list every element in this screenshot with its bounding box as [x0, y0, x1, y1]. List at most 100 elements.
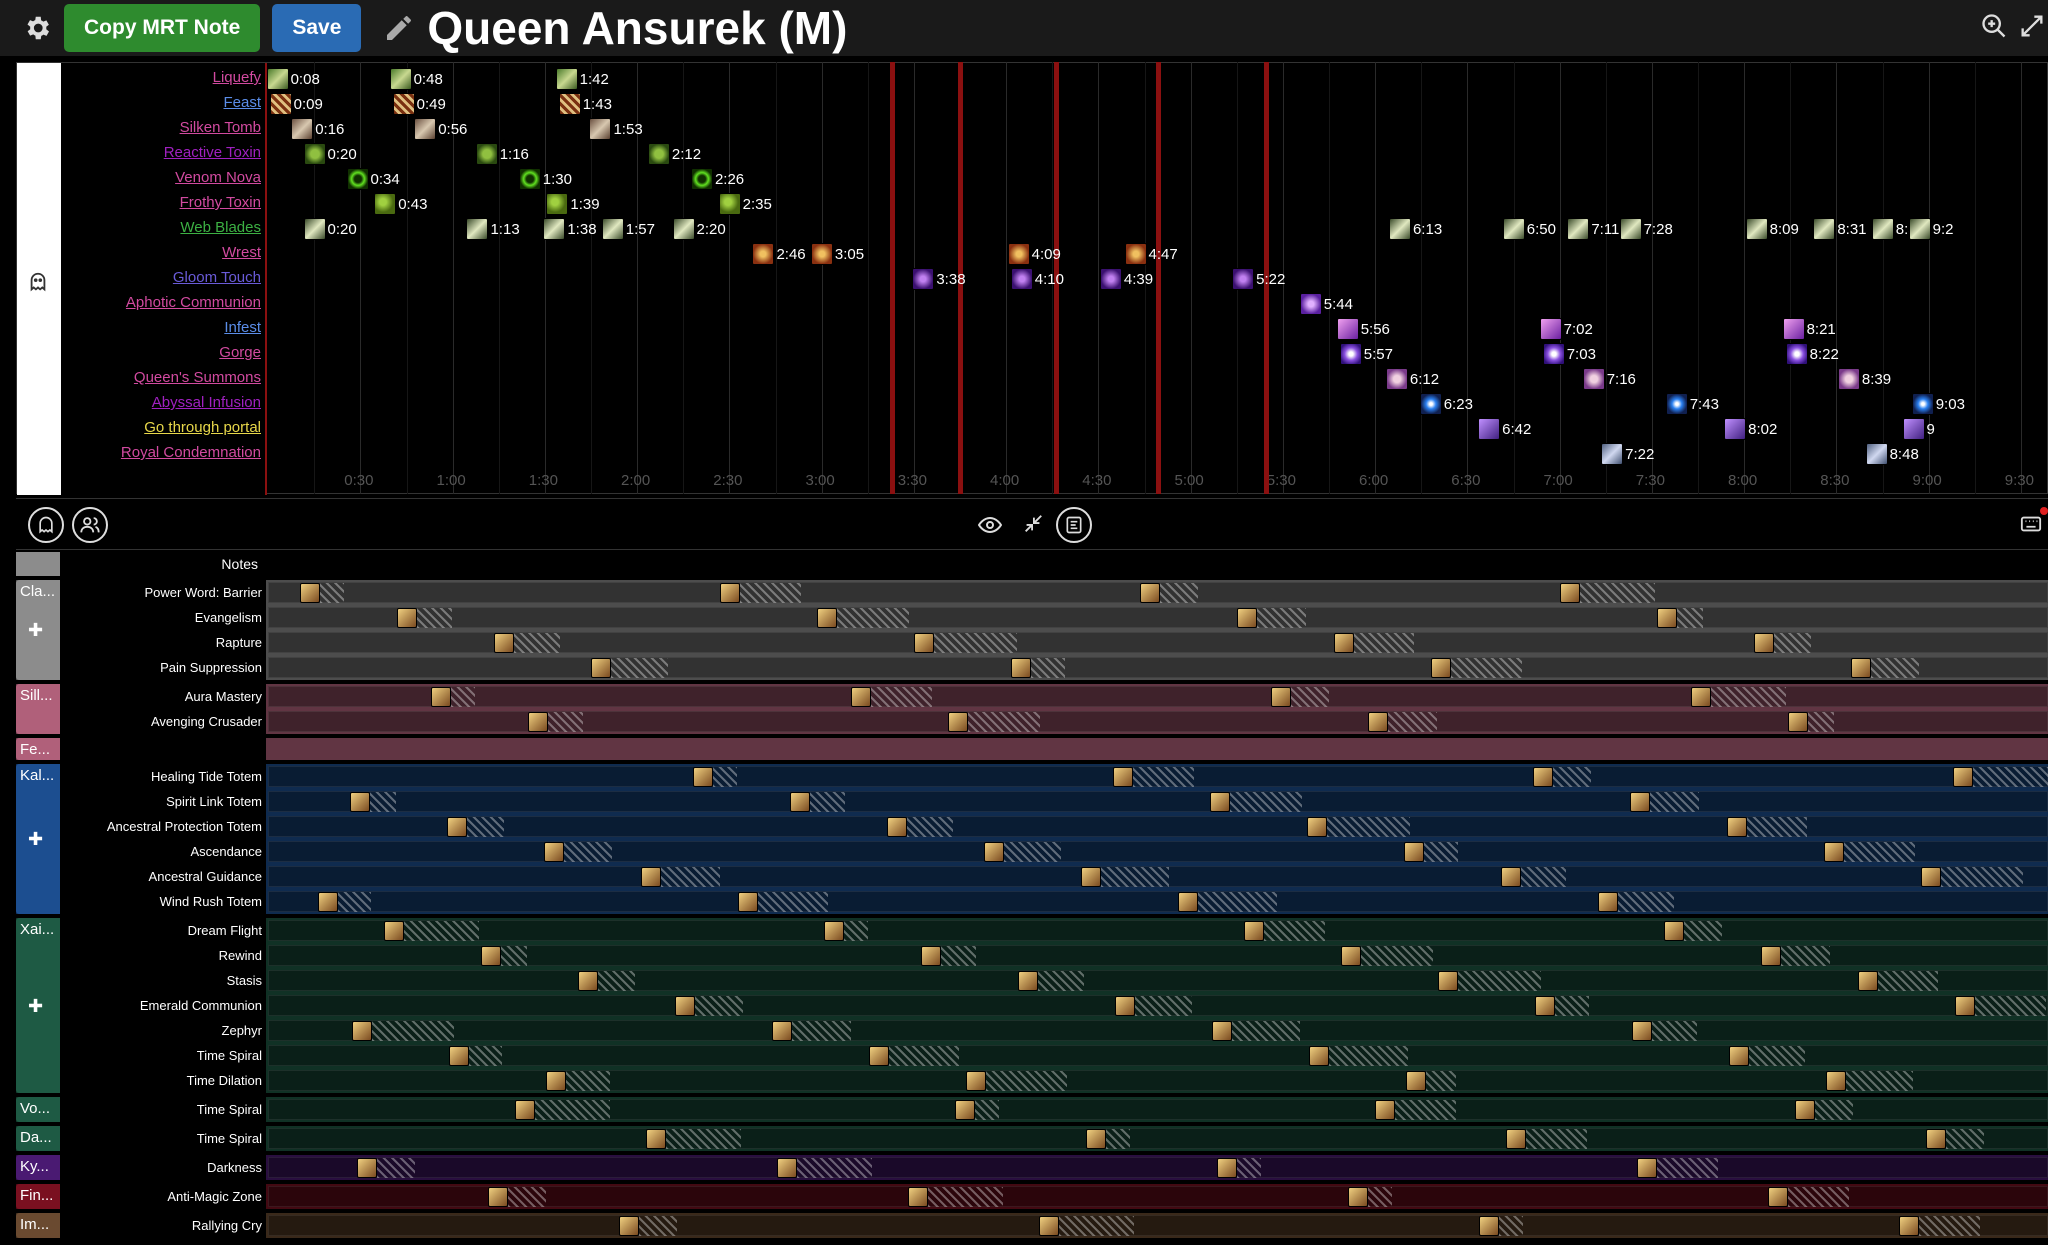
- green-bubbles-icon[interactable]: [374, 193, 397, 215]
- cooldown-lane[interactable]: [268, 791, 2048, 812]
- boss-ability-label[interactable]: Feast: [223, 94, 261, 111]
- blade-icon[interactable]: [1502, 218, 1525, 240]
- minimize-arrows-icon[interactable]: [1022, 513, 1044, 540]
- spell-icon[interactable]: [1729, 1046, 1749, 1066]
- spell-icon[interactable]: [955, 1100, 975, 1120]
- spell-icon[interactable]: [1210, 792, 1230, 812]
- purple-orb-icon[interactable]: [1785, 343, 1808, 365]
- void-claw-icon[interactable]: [1478, 418, 1501, 440]
- spell-icon[interactable]: [1826, 1071, 1846, 1091]
- cooldown-lane[interactable]: [268, 1157, 2048, 1178]
- spell-icon[interactable]: [966, 1071, 986, 1091]
- blade-icon[interactable]: [1567, 218, 1590, 240]
- cooldown-lane[interactable]: [268, 920, 2048, 941]
- spell-icon[interactable]: [528, 712, 548, 732]
- spell-icon[interactable]: [1926, 1129, 1946, 1149]
- spell-icon[interactable]: [488, 1187, 508, 1207]
- purple-hand-icon[interactable]: [1782, 318, 1805, 340]
- spell-icon[interactable]: [352, 1021, 372, 1041]
- note-list-button[interactable]: [1056, 507, 1092, 543]
- grey-blade-icon[interactable]: [1601, 443, 1624, 465]
- green-nova-icon[interactable]: [518, 168, 541, 190]
- add-player-icon[interactable]: ✚: [28, 829, 43, 850]
- spell-icon[interactable]: [1438, 971, 1458, 991]
- spell-icon[interactable]: [481, 946, 501, 966]
- cooldown-lane[interactable]: [268, 607, 2048, 628]
- spell-icon[interactable]: [1501, 867, 1521, 887]
- skull-crossbones-icon[interactable]: [1385, 368, 1408, 390]
- striped-claw-icon[interactable]: [392, 93, 415, 115]
- cooldown-lane[interactable]: [268, 1215, 2048, 1236]
- settings-gear-icon[interactable]: [20, 11, 54, 45]
- spell-icon[interactable]: [1368, 712, 1388, 732]
- boss-ability-label[interactable]: Gorge: [219, 344, 261, 361]
- add-player-icon[interactable]: ✚: [28, 996, 43, 1017]
- spell-icon[interactable]: [641, 867, 661, 887]
- spell-icon[interactable]: [449, 1046, 469, 1066]
- spell-icon[interactable]: [1955, 996, 1975, 1016]
- roster-users-button[interactable]: [72, 507, 108, 543]
- spell-icon[interactable]: [494, 633, 514, 653]
- green-bubbles-icon[interactable]: [546, 193, 569, 215]
- spell-icon[interactable]: [1348, 1187, 1368, 1207]
- blade-icon[interactable]: [1388, 218, 1411, 240]
- spell-icon[interactable]: [1011, 658, 1031, 678]
- spell-icon[interactable]: [515, 1100, 535, 1120]
- green-spike-icon[interactable]: [555, 68, 578, 90]
- spell-icon[interactable]: [1039, 1216, 1059, 1236]
- cooldown-lane[interactable]: [268, 891, 2048, 912]
- spell-icon[interactable]: [851, 687, 871, 707]
- add-player-icon[interactable]: ✚: [28, 620, 43, 641]
- collapse-arrows-icon[interactable]: [2018, 12, 2046, 45]
- ghost-icon[interactable]: [27, 271, 49, 298]
- spell-icon[interactable]: [777, 1158, 797, 1178]
- green-bomb-icon[interactable]: [475, 143, 498, 165]
- spell-icon[interactable]: [1664, 921, 1684, 941]
- blade-icon[interactable]: [466, 218, 489, 240]
- boss-ability-label[interactable]: Royal Condemnation: [121, 444, 261, 461]
- copy-mrt-note-button[interactable]: Copy MRT Note: [64, 4, 261, 52]
- spell-icon[interactable]: [984, 842, 1004, 862]
- purple-swirl-icon[interactable]: [1232, 268, 1255, 290]
- boss-ability-label[interactable]: Reactive Toxin: [164, 144, 261, 161]
- spell-icon[interactable]: [1237, 608, 1257, 628]
- green-bomb-icon[interactable]: [303, 143, 326, 165]
- cooldown-lane[interactable]: [268, 1020, 2048, 1041]
- player-name-tag[interactable]: Ky...: [16, 1155, 60, 1180]
- player-name-tag[interactable]: Sill...: [16, 684, 60, 734]
- spell-icon[interactable]: [646, 1129, 666, 1149]
- boss-ability-label[interactable]: Gloom Touch: [173, 269, 261, 286]
- spell-icon[interactable]: [1761, 946, 1781, 966]
- player-name-tag[interactable]: Fe...: [16, 738, 60, 760]
- spell-icon[interactable]: [1535, 996, 1555, 1016]
- striped-claw-icon[interactable]: [558, 93, 581, 115]
- spell-icon[interactable]: [1637, 1158, 1657, 1178]
- fire-claw-icon[interactable]: [752, 243, 775, 265]
- spell-icon[interactable]: [772, 1021, 792, 1041]
- fire-claw-icon[interactable]: [1007, 243, 1030, 265]
- boss-ability-label[interactable]: Wrest: [222, 244, 261, 261]
- boss-ghost-button[interactable]: [28, 507, 64, 543]
- spell-icon[interactable]: [1598, 892, 1618, 912]
- spell-icon[interactable]: [738, 892, 758, 912]
- skull-crossbones-icon[interactable]: [1582, 368, 1605, 390]
- green-nova-icon[interactable]: [690, 168, 713, 190]
- spell-icon[interactable]: [1632, 1021, 1652, 1041]
- purple-orb-icon[interactable]: [1339, 343, 1362, 365]
- spell-icon[interactable]: [675, 996, 695, 1016]
- spell-icon[interactable]: [447, 817, 467, 837]
- spell-icon[interactable]: [1212, 1021, 1232, 1041]
- blade-icon[interactable]: [601, 218, 624, 240]
- spell-icon[interactable]: [824, 921, 844, 941]
- spell-icon[interactable]: [1081, 867, 1101, 887]
- blade-icon[interactable]: [1745, 218, 1768, 240]
- purple-swirl-icon[interactable]: [1010, 268, 1033, 290]
- spell-icon[interactable]: [1375, 1100, 1395, 1120]
- player-name-tag[interactable]: Vo...: [16, 1097, 60, 1122]
- spell-icon[interactable]: [1506, 1129, 1526, 1149]
- spell-icon[interactable]: [1404, 842, 1424, 862]
- spell-icon[interactable]: [1113, 767, 1133, 787]
- spell-icon[interactable]: [1727, 817, 1747, 837]
- blue-portal-icon[interactable]: [1911, 393, 1934, 415]
- spell-icon[interactable]: [1140, 583, 1160, 603]
